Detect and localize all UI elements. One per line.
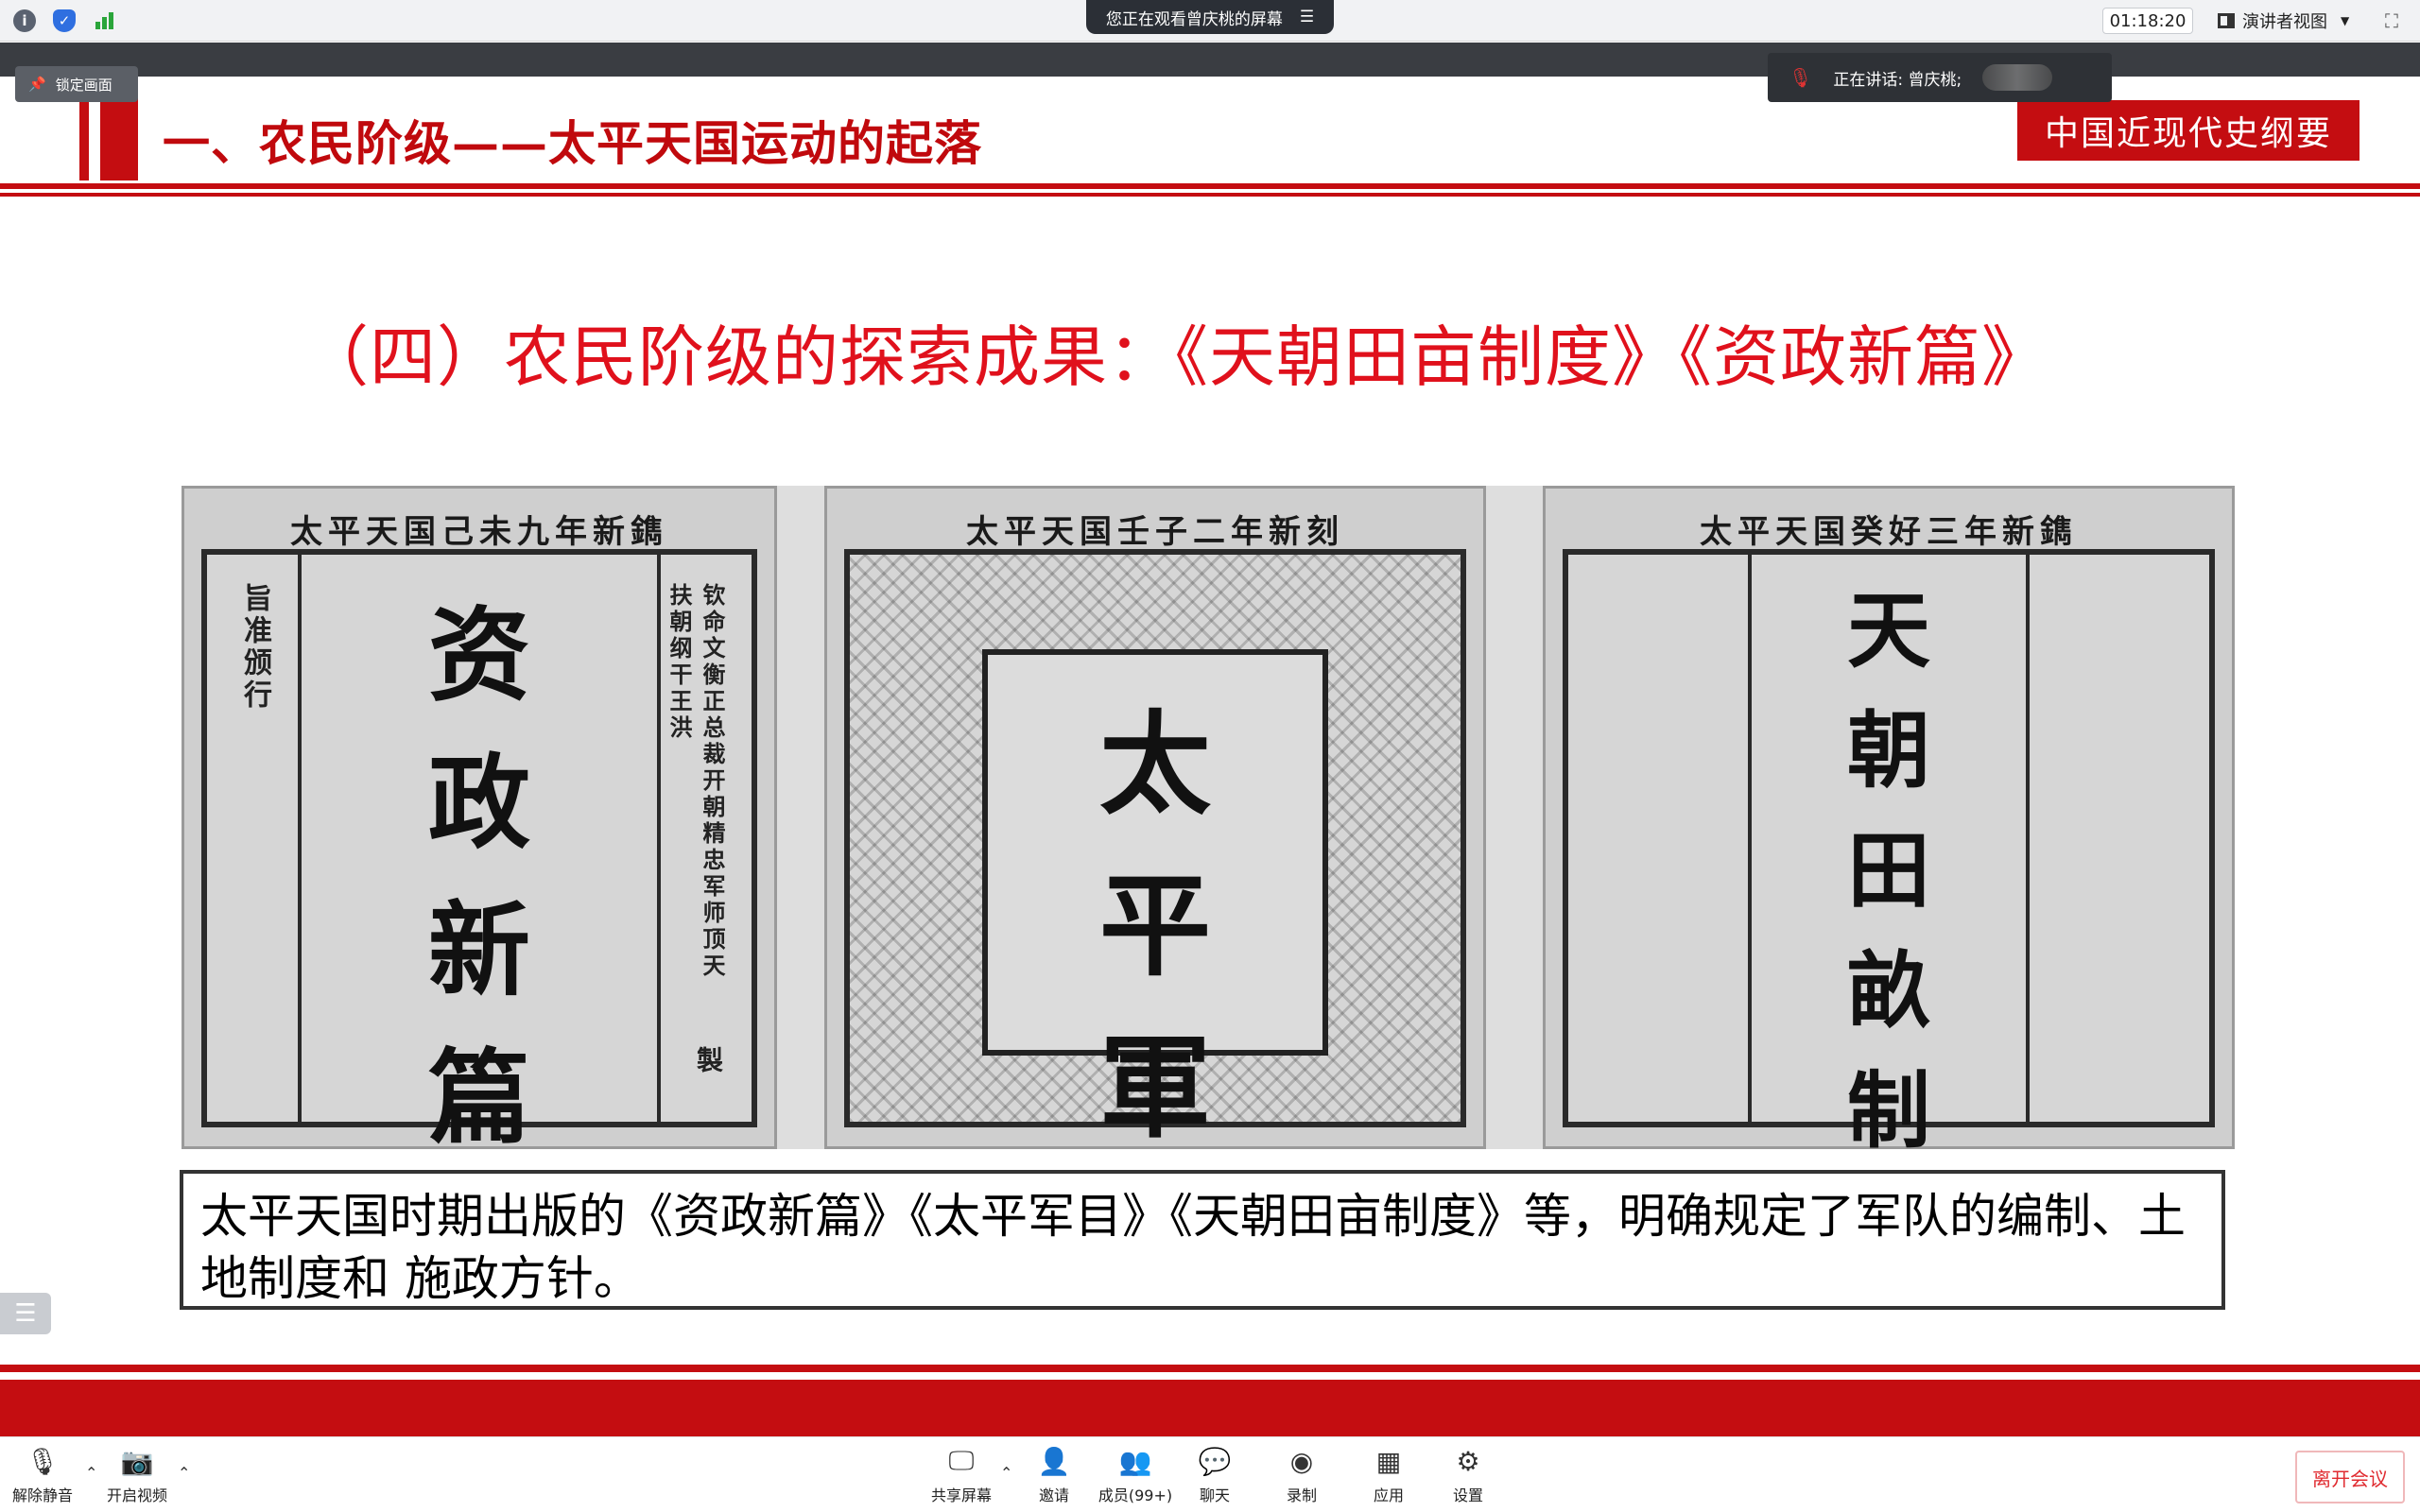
book-imprint: 太平天国壬子二年新刻 xyxy=(966,513,1344,551)
pin-icon: 📌 xyxy=(28,76,46,93)
layout-icon xyxy=(2218,13,2235,28)
book-title-char: 政 xyxy=(427,744,530,863)
book-title-char: 軍 xyxy=(1098,1022,1211,1153)
record-icon: ◉ xyxy=(1289,1445,1314,1477)
book-side-text: 旨准颁行 xyxy=(238,583,271,712)
slide-divider xyxy=(0,183,2420,189)
share-status-pill[interactable]: 您正在观看曾庆桃的屏幕 ☰ xyxy=(1086,0,1334,34)
book-cover-tianchao: 太平天国癸好三年新鐫 天 朝 田 畝 制 度 xyxy=(1543,486,2235,1280)
unmute-button[interactable]: 🎙 解除静音 xyxy=(0,1445,85,1505)
book-imprint: 太平天国己未九年新鐫 xyxy=(290,513,668,551)
book-cover-zizheng: 太平天国己未九年新鐫 旨准颁行 钦命文衡正总裁开朝精忠军师顶天扶朝纲干王洪 製 … xyxy=(182,486,777,1158)
book-title-char: 田 xyxy=(1846,821,1930,919)
chat-icon: 💬 xyxy=(1198,1445,1232,1477)
camera-off-icon: 📷 xyxy=(120,1445,154,1477)
book-frame: 太 平 軍 目 xyxy=(844,549,1466,1314)
settings-button[interactable]: ⚙ 设置 xyxy=(1426,1445,1511,1505)
book-frame: 旨准颁行 钦命文衡正总裁开朝精忠军师顶天扶朝纲干王洪 製 资 政 新 篇 xyxy=(201,549,757,1158)
menu-icon[interactable]: ☰ xyxy=(1300,8,1314,26)
mic-muted-icon: 🎙 xyxy=(26,1445,60,1477)
book-side-text: 钦命文衡正总裁开朝精忠军师顶天扶朝纲干王洪 xyxy=(666,583,726,980)
apps-icon: ▦ xyxy=(1375,1445,1402,1477)
list-icon[interactable]: ☰ xyxy=(0,1293,51,1334)
view-mode-dropdown[interactable]: 演讲者视图 ▼ xyxy=(2208,6,2365,36)
chat-button[interactable]: 💬 聊天 xyxy=(1172,1445,1257,1505)
book-title-char: 朝 xyxy=(1846,701,1930,799)
record-button[interactable]: ◉ 录制 xyxy=(1259,1445,1344,1505)
record-label: 录制 xyxy=(1286,1486,1317,1504)
speaking-label: 正在讲话: 曾庆桃; xyxy=(1833,70,1962,90)
book-title-char: 资 xyxy=(427,596,530,715)
book-title-char: 太 xyxy=(1098,698,1211,830)
lock-screen-label: 锁定画面 xyxy=(55,76,112,94)
members-label: 成员(99+) xyxy=(1098,1486,1173,1504)
frame-line xyxy=(298,555,302,1122)
frame-line xyxy=(2026,555,2030,1122)
meeting-timer: 01:18:20 xyxy=(2102,8,2193,34)
active-speaker-indicator: 🎙 正在讲话: 曾庆桃; xyxy=(1768,53,2112,102)
top-bar: i ✓ 您正在观看曾庆桃的屏幕 ☰ 01:18:20 演讲者视图 ▼ ⛶ xyxy=(0,0,2420,42)
slide-footer-line xyxy=(0,1365,2420,1372)
apps-button[interactable]: ▦ 应用 xyxy=(1346,1445,1431,1505)
info-icon[interactable]: i xyxy=(13,9,36,32)
course-brand: 中国近现代史纲要 xyxy=(2017,100,2360,161)
book-title: 天 朝 田 畝 制 度 xyxy=(1757,564,2020,1280)
share-screen-label: 共享屏幕 xyxy=(930,1486,992,1504)
slide-title: 一、农民阶级——太平天国运动的起落 xyxy=(163,115,982,171)
leave-meeting-button[interactable]: 离开会议 xyxy=(2295,1451,2405,1503)
frame-line xyxy=(657,555,661,1122)
book-frame: 天 朝 田 畝 制 度 xyxy=(1563,549,2215,1280)
book-title-panel: 太 平 軍 目 xyxy=(982,649,1328,1314)
share-status-text: 您正在观看曾庆桃的屏幕 xyxy=(1105,9,1283,29)
meeting-toolbar: 🎙 解除静音 ⌃ 📷 开启视频 ⌃ 🖵 共享屏幕 ⌃ 👤 邀请 👥 成员(99+… xyxy=(0,1436,2420,1512)
book-title-char: 平 xyxy=(1098,860,1211,991)
book-covers-image: 太平天国己未九年新鐫 旨准颁行 钦命文衡正总裁开朝精忠军师顶天扶朝纲干王洪 製 … xyxy=(182,486,2235,1314)
slide-divider xyxy=(0,193,2420,197)
share-screen-button[interactable]: 🖵 共享屏幕 xyxy=(919,1445,1004,1505)
book-title: 太 平 軍 目 xyxy=(988,674,1322,1314)
invite-button[interactable]: 👤 邀请 xyxy=(1011,1445,1097,1505)
shield-icon[interactable]: ✓ xyxy=(53,9,76,32)
book-side-text: 製 xyxy=(693,1046,724,1076)
members-icon: 👥 xyxy=(1118,1445,1152,1477)
slide-footer-band xyxy=(0,1380,2420,1436)
unmute-label: 解除静音 xyxy=(11,1486,73,1504)
add-user-icon: 👤 xyxy=(1037,1445,1071,1477)
book-cover-taipingjunmu: 太平天国壬子二年新刻 太 平 軍 目 xyxy=(824,486,1486,1314)
gear-icon: ⚙ xyxy=(1456,1445,1480,1477)
view-mode-label: 演讲者视图 xyxy=(2242,12,2327,32)
book-title-char: 畝 xyxy=(1846,941,1930,1040)
book-title-char: 制 xyxy=(1846,1061,1930,1160)
exit-fullscreen-icon[interactable]: ⛶ xyxy=(2378,9,2405,32)
chevron-down-icon: ▼ xyxy=(2341,14,2350,27)
chevron-up-icon[interactable]: ⌃ xyxy=(178,1464,190,1482)
settings-label: 设置 xyxy=(1452,1486,1483,1504)
book-title-char: 天 xyxy=(1846,581,1930,679)
start-video-button[interactable]: 📷 开启视频 xyxy=(95,1445,180,1505)
book-title-char: 新 xyxy=(427,891,530,1010)
slide-caption: 太平天国时期出版的《资政新篇》《太平军目》《天朝田亩制度》等，明确规定了军队的编… xyxy=(180,1170,2225,1310)
book-title: 资 政 新 篇 xyxy=(311,574,648,1158)
book-imprint: 太平天国癸好三年新鐫 xyxy=(1700,513,2078,551)
members-button[interactable]: 👥 成员(99+) xyxy=(1093,1445,1178,1505)
share-screen-icon: 🖵 xyxy=(948,1445,975,1476)
speaker-avatar-blur xyxy=(1982,64,2053,91)
lock-screen-button[interactable]: 📌 锁定画面 xyxy=(15,66,138,102)
invite-label: 邀请 xyxy=(1038,1486,1069,1504)
frame-line xyxy=(1748,555,1752,1122)
signal-icon[interactable] xyxy=(93,9,117,32)
mic-muted-icon: 🎙 xyxy=(1789,66,1813,89)
section-heading: （四）农民阶级的探索成果：《天朝田亩制度》《资政新篇》 xyxy=(302,318,2048,396)
start-video-label: 开启视频 xyxy=(106,1486,167,1504)
book-title-char: 篇 xyxy=(427,1039,530,1158)
apps-label: 应用 xyxy=(1373,1486,1404,1504)
chat-label: 聊天 xyxy=(1199,1486,1230,1504)
